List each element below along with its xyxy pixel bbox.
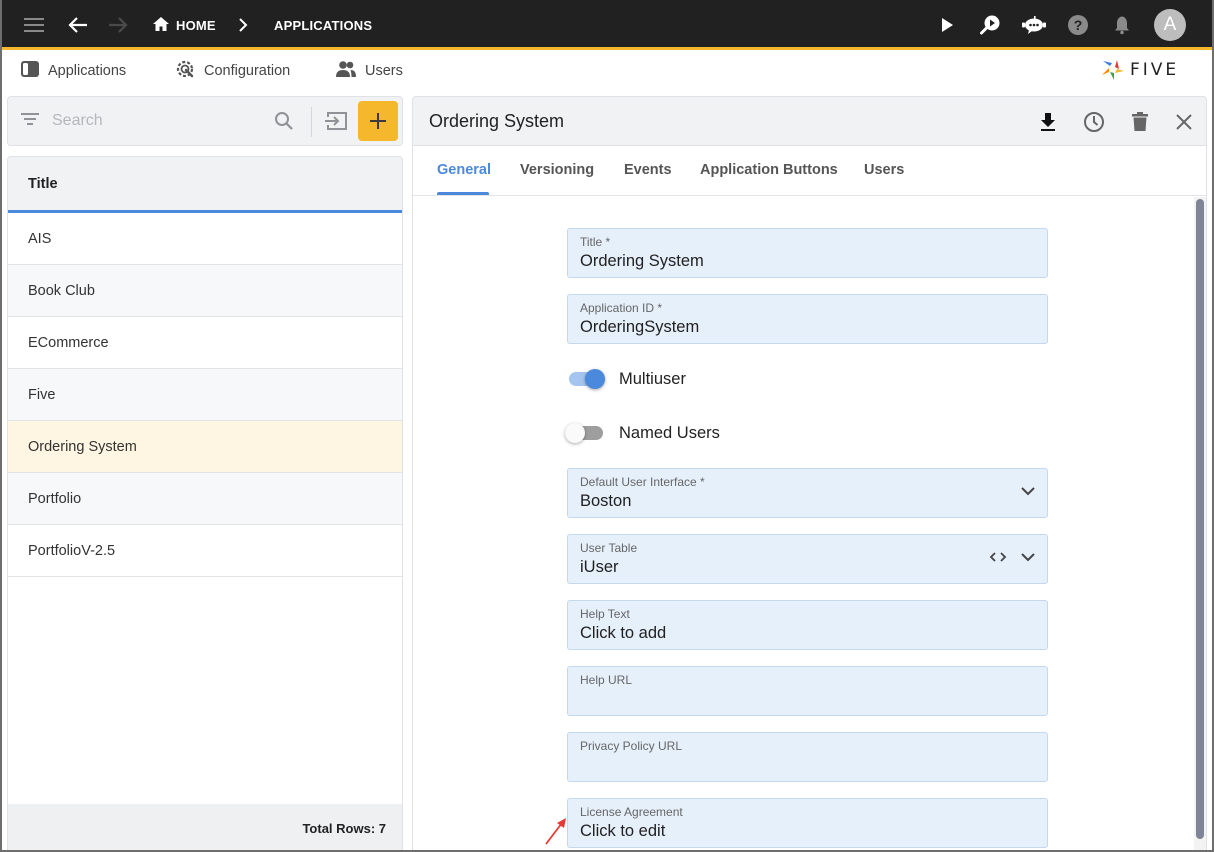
back-arrow-icon[interactable]: [66, 0, 90, 50]
nav-item-applications[interactable]: Applications: [20, 59, 126, 83]
list-item[interactable]: AIS: [8, 213, 402, 265]
active-tab-indicator: [437, 192, 489, 195]
download-icon[interactable]: [1035, 109, 1061, 135]
list-item[interactable]: Five: [8, 369, 402, 421]
list-item-selected[interactable]: Ordering System: [8, 421, 402, 473]
breadcrumb-home[interactable]: HOME: [152, 0, 216, 50]
tab-events[interactable]: Events: [624, 162, 672, 178]
list-item[interactable]: Book Club: [8, 265, 402, 317]
import-icon[interactable]: [324, 110, 348, 137]
history-icon[interactable]: [1081, 109, 1107, 135]
search-input[interactable]: [52, 109, 262, 133]
detail-title: Ordering System: [429, 111, 565, 131]
bell-icon[interactable]: [1112, 0, 1132, 50]
five-logo: FIVE: [1100, 57, 1179, 83]
delete-icon[interactable]: [1127, 109, 1153, 135]
list-item[interactable]: Portfolio: [8, 473, 402, 525]
applications-list: Title AIS Book Club ECommerce Five Order…: [7, 156, 403, 852]
forward-arrow-icon[interactable]: [106, 0, 130, 50]
tab-users[interactable]: Users: [864, 162, 904, 178]
svg-text:?: ?: [1074, 17, 1083, 33]
detail-tabs: General Versioning Events Application Bu…: [413, 146, 1206, 196]
help-text-field[interactable]: Help Text Click to add: [567, 600, 1048, 650]
general-form: Title * Ordering System Application ID *…: [413, 197, 1206, 852]
play-icon[interactable]: [936, 0, 958, 50]
chat-bot-icon[interactable]: [1020, 0, 1048, 50]
app-nav: Applications Configuration Users FIVE: [0, 53, 1214, 93]
breadcrumb-applications[interactable]: APPLICATIONS: [274, 0, 372, 50]
users-icon: [335, 60, 357, 82]
column-header-title[interactable]: Title: [8, 157, 402, 213]
top-bar: HOME APPLICATIONS ? A: [0, 0, 1214, 50]
menu-icon[interactable]: [20, 0, 48, 50]
nav-item-configuration[interactable]: Configuration: [174, 59, 290, 83]
annotation-arrow-icon: [545, 818, 566, 845]
plus-icon: [370, 113, 386, 129]
configuration-icon: [174, 58, 196, 84]
named-users-toggle[interactable]: Named Users: [565, 418, 720, 448]
privacy-policy-url-field[interactable]: Privacy Policy URL: [567, 732, 1048, 782]
five-logo-icon: [1102, 60, 1124, 80]
default-user-interface-select[interactable]: Default User Interface * Boston: [567, 468, 1048, 518]
toggle-switch-off[interactable]: [565, 421, 607, 445]
title-field[interactable]: Title * Ordering System: [567, 228, 1048, 278]
toggle-switch-on[interactable]: [567, 367, 607, 391]
chevron-down-icon[interactable]: [1021, 483, 1035, 501]
detail-header: Ordering System: [413, 97, 1206, 146]
help-url-field[interactable]: Help URL: [567, 666, 1048, 716]
code-icon[interactable]: [989, 549, 1007, 567]
list-item[interactable]: ECommerce: [8, 317, 402, 369]
license-agreement-field[interactable]: License Agreement Click to edit: [567, 798, 1048, 848]
total-rows: Total Rows: 7: [8, 804, 402, 852]
home-icon: [152, 16, 170, 35]
multiuser-toggle[interactable]: Multiuser: [567, 364, 686, 394]
tab-versioning[interactable]: Versioning: [520, 162, 594, 178]
filter-icon[interactable]: [21, 112, 39, 131]
application-id-field[interactable]: Application ID * OrderingSystem: [567, 294, 1048, 344]
tab-application-buttons[interactable]: Application Buttons: [700, 162, 838, 178]
avatar[interactable]: A: [1154, 0, 1186, 50]
search-bar: [7, 96, 403, 146]
help-icon[interactable]: ?: [1066, 0, 1090, 50]
search-play-icon[interactable]: [978, 0, 1002, 50]
add-button[interactable]: [358, 101, 398, 141]
applications-icon: [20, 60, 40, 82]
search-icon[interactable]: [274, 111, 294, 136]
toolbar-divider: [311, 107, 312, 137]
detail-panel: Ordering System General Versioning Event…: [412, 96, 1207, 852]
nav-item-users[interactable]: Users: [335, 59, 403, 83]
tab-general[interactable]: General: [437, 162, 491, 178]
close-icon[interactable]: [1171, 109, 1197, 135]
chevron-down-icon[interactable]: [1021, 549, 1035, 567]
list-item[interactable]: PortfolioV-2.5: [8, 525, 402, 577]
scrollbar[interactable]: [1196, 199, 1204, 839]
user-table-select[interactable]: User Table iUser: [567, 534, 1048, 584]
breadcrumb-separator-icon: [238, 0, 248, 50]
